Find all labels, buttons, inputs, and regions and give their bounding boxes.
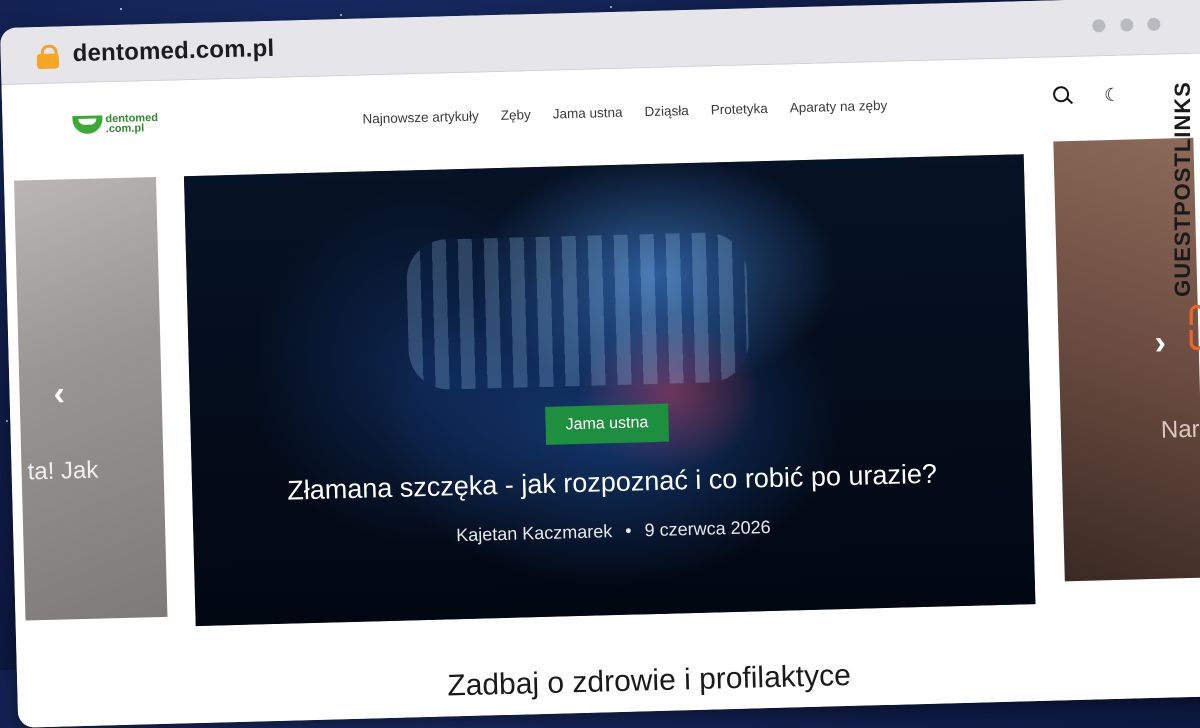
window-dot[interactable] bbox=[1119, 18, 1134, 32]
chevron-right-icon[interactable]: › bbox=[1154, 324, 1166, 363]
nav-item-protetyka[interactable]: Protetyka bbox=[711, 101, 768, 117]
section-heading: Zadbaj o zdrowie i profilaktyce bbox=[446, 658, 852, 703]
watermark-text: GUESTPOSTLINKS bbox=[1170, 81, 1195, 297]
chevron-left-icon[interactable]: ‹ bbox=[53, 374, 65, 413]
slide-title: ta! Jak bbox=[27, 456, 99, 486]
window-dot[interactable] bbox=[1092, 19, 1106, 33]
nav-item-aparaty[interactable]: Aparaty na zęby bbox=[790, 98, 888, 116]
window-controls bbox=[1082, 17, 1161, 38]
smile-logo-icon bbox=[72, 115, 103, 135]
chain-link-icon: ⊂⊃ bbox=[1180, 302, 1200, 353]
search-icon[interactable] bbox=[1052, 85, 1075, 108]
xray-teeth-image bbox=[405, 231, 750, 391]
website: dentomed .com.pl Najnowsze artykuły Zęby… bbox=[1, 53, 1200, 728]
article-date: 9 czerwca 2026 bbox=[644, 517, 771, 541]
window-dot[interactable] bbox=[1147, 17, 1161, 31]
site-logo[interactable]: dentomed .com.pl bbox=[72, 112, 158, 136]
browser-window: dentomed.com.pl dentomed .com.pl Najnows… bbox=[0, 0, 1200, 728]
url-domain[interactable]: dentomed.com.pl bbox=[72, 35, 274, 68]
category-badge[interactable]: Jama ustna bbox=[545, 403, 669, 445]
slide-title: Nar bbox=[1160, 415, 1200, 444]
article-author[interactable]: Kajetan Kaczmarek bbox=[456, 521, 613, 545]
carousel-slide-prev[interactable]: ta! Jak ‹ bbox=[14, 176, 168, 621]
moon-icon[interactable]: ☾ bbox=[1104, 84, 1127, 107]
main-nav: Najnowsze artykuły Zęby Jama ustna Dziąs… bbox=[362, 98, 887, 127]
nav-item-najnowsze[interactable]: Najnowsze artykuły bbox=[362, 109, 479, 127]
nav-item-jama-ustna[interactable]: Jama ustna bbox=[553, 105, 623, 122]
meta-separator: • bbox=[624, 520, 632, 541]
logo-domain: .com.pl bbox=[105, 122, 145, 136]
nav-item-dziasla[interactable]: Dziąsła bbox=[644, 103, 689, 119]
carousel-slide-active[interactable]: Jama ustna Złamana szczęka - jak rozpozn… bbox=[183, 154, 1036, 627]
guestpostlinks-watermark: GUESTPOSTLINKS ⊂⊃ bbox=[1166, 58, 1200, 358]
nav-item-zeby[interactable]: Zęby bbox=[501, 107, 531, 123]
xray-skull-image bbox=[183, 154, 1036, 627]
lock-icon bbox=[36, 44, 60, 70]
